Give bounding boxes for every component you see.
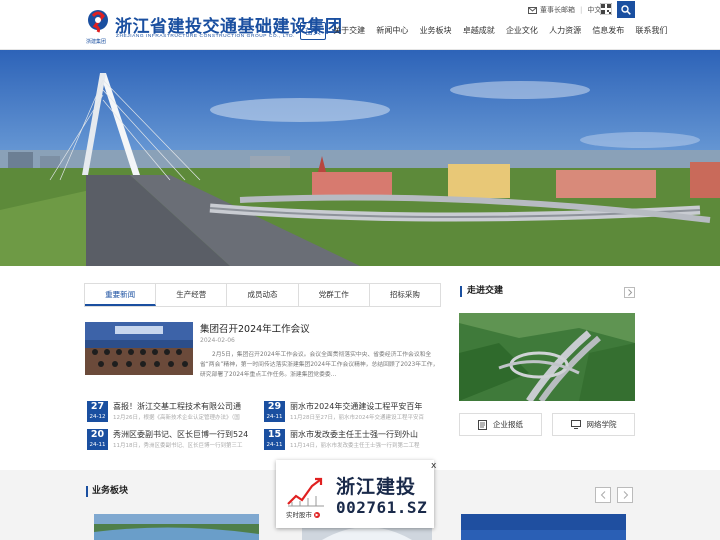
tab-party-work[interactable]: 党群工作 (299, 284, 370, 306)
nav-business[interactable]: 业务板块 (416, 22, 456, 40)
business-section-title: 业务板块 (86, 486, 128, 497)
about-more-button[interactable] (624, 287, 635, 298)
nav-achievements[interactable]: 卓越成就 (459, 22, 499, 40)
main-navigation: 首页 关于交建 新闻中心 业务板块 卓越成就 企业文化 人力资源 信息发布 联系… (300, 22, 675, 40)
online-academy-button[interactable]: 网络学院 (552, 413, 635, 436)
search-button[interactable] (617, 1, 635, 18)
news-tabs: 重要新闻 生产经营 成员动态 党群工作 招标采购 (84, 283, 441, 307)
news-date-badge: 29 24-11 (264, 401, 285, 422)
featured-news-summary: 2月5日，集团召开2024年工作会议。会议全面贯彻落实中央、省委经济工作会议和全… (200, 352, 439, 378)
stock-code: 002761.SZ (336, 498, 428, 517)
brand-subtitle: ZHEJIANG INFRASTRUCTURE CONSTRUCTION GRO… (116, 34, 295, 39)
news-list-item[interactable]: 27 24-12 喜报！浙江交基工程技术有限公司通 12月26日，根据《高新技术… (87, 401, 259, 423)
news-day: 27 (90, 401, 105, 412)
river-photo (94, 514, 259, 540)
news-excerpt: 11月14日，丽水市发改委主任王士强一行到第二工程 (290, 443, 420, 449)
featured-news-date: 2024-02-06 (200, 337, 235, 344)
news-excerpt: 11月28日至27日，丽水市2024年交通建设工程平安百 (290, 415, 424, 421)
company-newspaper-button[interactable]: 企业报纸 (459, 413, 542, 436)
play-icon: ▶ (314, 512, 321, 518)
business-prev-button[interactable] (595, 487, 611, 503)
nav-info[interactable]: 信息发布 (588, 22, 628, 40)
news-date-badge: 15 24-11 (264, 429, 285, 450)
interchange-photo (459, 313, 635, 401)
tab-production[interactable]: 生产经营 (156, 284, 228, 306)
news-section: 重要新闻 生产经营 成员动态 党群工作 招标采购 集团召开2024年工作会议 2… (84, 283, 441, 453)
business-card-image[interactable] (94, 514, 259, 540)
news-year-month: 24-11 (266, 442, 283, 448)
tab-procurement[interactable]: 招标采购 (370, 284, 440, 306)
hero-banner[interactable] (0, 50, 720, 266)
news-day: 29 (267, 401, 282, 412)
news-day: 15 (267, 429, 282, 440)
news-title[interactable]: 丽水市2024年交通建设工程平安百年 (290, 401, 440, 412)
header: 浙建集团 浙江省建投交通基础建设集团 ZHEJIANG INFRASTRUCTU… (0, 0, 720, 50)
news-excerpt: 12月26日，根据《高新技术企业认定管理办法》（国 (113, 415, 240, 421)
search-icon (621, 4, 631, 15)
chevron-right-icon (627, 289, 632, 296)
qr-code-icon[interactable] (600, 3, 612, 15)
bridge-photo (461, 514, 626, 540)
nav-home[interactable]: 首页 (300, 22, 326, 40)
news-year-month: 24-11 (89, 442, 106, 448)
nav-news[interactable]: 新闻中心 (372, 22, 412, 40)
newspaper-icon (478, 419, 487, 430)
news-excerpt: 11月18日，秀洲区委副书记、区长巨博一行到第三工 (113, 443, 243, 449)
stock-label-text: 实时股市 (286, 511, 312, 519)
news-year-month: 24-11 (266, 414, 283, 420)
chevron-left-icon (600, 491, 605, 499)
stock-name: 浙江建投 (336, 476, 417, 498)
academy-icon (570, 420, 581, 429)
about-image[interactable] (459, 313, 635, 401)
company-newspaper-label: 企业报纸 (493, 420, 523, 429)
featured-news-title[interactable]: 集团召开2024年工作会议 (200, 321, 310, 335)
business-next-button[interactable] (617, 487, 633, 503)
online-academy-label: 网络学院 (586, 420, 617, 429)
top-utility-bar: 董事长邮箱 | 中文 (528, 2, 601, 18)
hero-image (0, 50, 720, 266)
nav-hr[interactable]: 人力资源 (545, 22, 585, 40)
featured-news-image[interactable] (85, 322, 193, 375)
news-list-item[interactable]: 29 24-11 丽水市2024年交通建设工程平安百年 11月28日至27日，丽… (264, 401, 436, 423)
mailbox-label: 董事长邮箱 (540, 6, 575, 14)
stock-ticker-popup[interactable]: 实时股市 ▶ 浙江建投 002761.SZ (276, 460, 434, 528)
about-section-title: 走进交建 (460, 286, 503, 297)
chairman-mailbox-link[interactable]: 董事长邮箱 (528, 5, 575, 15)
news-title[interactable]: 丽水市发改委主任王士强一行到外山 (290, 429, 440, 440)
chevron-right-icon (623, 491, 628, 499)
meeting-photo (85, 322, 193, 375)
stock-label: 实时股市 ▶ (286, 509, 321, 519)
logo-caption: 浙建集团 (86, 39, 107, 45)
divider: | (580, 6, 583, 14)
tab-member-news[interactable]: 成员动态 (227, 284, 299, 306)
stock-popup-close-button[interactable]: x (431, 461, 436, 471)
news-date-badge: 27 24-12 (87, 401, 108, 422)
news-day: 20 (90, 429, 105, 440)
nav-contact[interactable]: 联系我们 (632, 22, 672, 40)
stock-chart-icon (287, 477, 324, 507)
news-title[interactable]: 喜报！浙江交基工程技术有限公司通 (113, 401, 263, 412)
business-card-image[interactable] (461, 514, 626, 540)
nav-about[interactable]: 关于交建 (329, 22, 369, 40)
news-list-item[interactable]: 20 24-11 秀洲区委副书记、区长巨博一行到524 11月18日，秀洲区委副… (87, 429, 259, 451)
news-title[interactable]: 秀洲区委副书记、区长巨博一行到524 (113, 429, 263, 440)
news-list-item[interactable]: 15 24-11 丽水市发改委主任王士强一行到外山 11月14日，丽水市发改委主… (264, 429, 436, 451)
tab-important-news[interactable]: 重要新闻 (85, 284, 157, 306)
news-date-badge: 20 24-11 (87, 429, 108, 450)
news-year-month: 24-12 (89, 414, 106, 420)
nav-culture[interactable]: 企业文化 (502, 22, 542, 40)
mail-icon (528, 6, 537, 14)
